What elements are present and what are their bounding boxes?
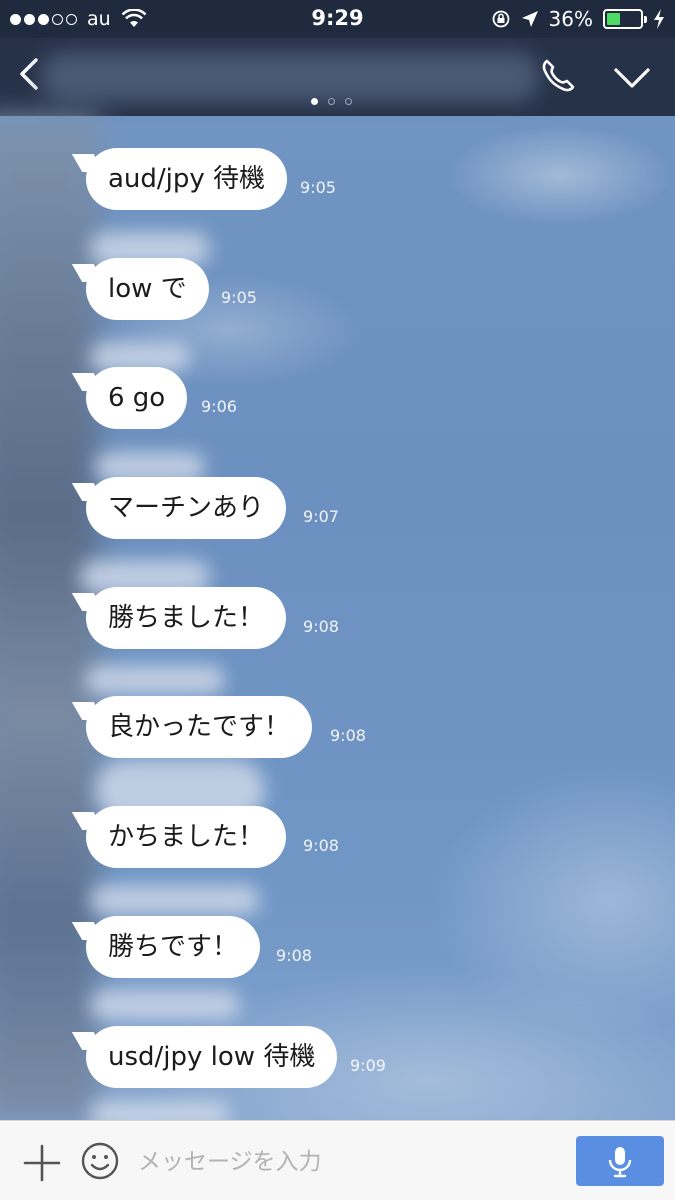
battery-percent: 36% bbox=[548, 7, 593, 31]
message-bubble[interactable]: 勝ちました！ bbox=[86, 587, 287, 649]
redaction-smear bbox=[85, 665, 225, 695]
page-dot bbox=[311, 98, 318, 105]
message-time: 9:05 bbox=[221, 288, 257, 307]
message-time: 9:08 bbox=[330, 726, 366, 745]
redacted-contact-name bbox=[40, 52, 540, 102]
message-bubble[interactable]: 良かったです！ bbox=[86, 696, 313, 758]
phone-icon[interactable] bbox=[538, 56, 578, 96]
message-input[interactable] bbox=[138, 1139, 558, 1185]
status-bar: au 9:29 36% bbox=[0, 0, 675, 38]
message-bubble[interactable]: 勝ちです！ bbox=[86, 916, 261, 978]
message-time: 9:07 bbox=[303, 507, 339, 526]
microphone-icon bbox=[608, 1147, 632, 1178]
chat-header bbox=[0, 38, 675, 116]
message-bubble[interactable]: 6 go bbox=[86, 367, 188, 429]
page-indicator bbox=[311, 98, 352, 105]
chevron-down-icon[interactable] bbox=[612, 60, 652, 96]
message-bubble[interactable]: aud/jpy 待機 bbox=[86, 148, 288, 210]
message-time: 9:08 bbox=[303, 617, 339, 636]
page-dot bbox=[345, 98, 352, 105]
message-bubble[interactable]: usd/jpy low 待機 bbox=[86, 1026, 338, 1088]
battery-icon bbox=[603, 9, 647, 29]
message-bubble[interactable]: low で bbox=[86, 258, 209, 320]
chat-screen: au 9:29 36% aud/jpy 待機 9:05 low で 9:05 6… bbox=[0, 0, 675, 1200]
message-time: 9:08 bbox=[303, 836, 339, 855]
page-dot bbox=[328, 98, 335, 105]
charging-bolt-icon bbox=[654, 9, 664, 29]
message-time: 9:08 bbox=[276, 946, 312, 965]
location-arrow-icon bbox=[521, 11, 538, 27]
plus-icon[interactable] bbox=[22, 1143, 62, 1183]
message-time: 9:05 bbox=[300, 178, 336, 197]
message-time: 9:06 bbox=[201, 397, 237, 416]
message-bubble[interactable]: マーチンあり bbox=[86, 477, 287, 539]
emoji-icon[interactable] bbox=[80, 1141, 120, 1181]
redaction-smear bbox=[90, 990, 240, 1020]
message-time: 9:09 bbox=[350, 1056, 386, 1075]
message-input-bar bbox=[0, 1120, 675, 1200]
redaction-smear bbox=[90, 885, 260, 915]
microphone-button[interactable] bbox=[576, 1136, 664, 1186]
message-bubble[interactable]: かちました！ bbox=[86, 806, 287, 868]
orientation-lock-icon bbox=[492, 10, 509, 28]
